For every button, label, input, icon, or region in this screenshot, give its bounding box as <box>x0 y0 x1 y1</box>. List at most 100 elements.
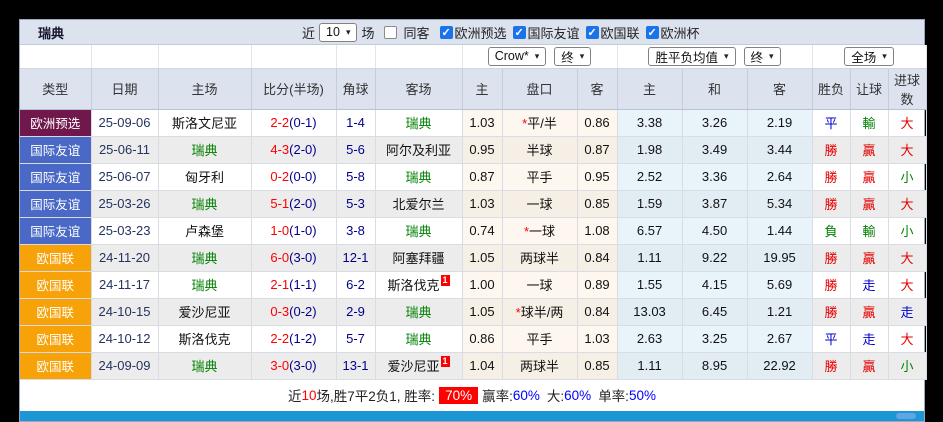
red-card-badge: 1 <box>440 275 450 286</box>
odds-away: 3.44 <box>747 136 813 164</box>
handicap-result: 贏 <box>850 163 889 191</box>
ah-line: 一球 <box>502 190 578 218</box>
corner-score: 5-8 <box>336 163 376 191</box>
filter-controls: 近 10 ▾ 场 同客 欧洲预选 国际友谊 欧国联 欧洲杯 <box>302 22 700 42</box>
odds-draw: 9.22 <box>682 244 748 272</box>
fulltime-score: 2-2 <box>270 331 290 346</box>
summary-single-value: 50% <box>628 387 656 403</box>
away-team: 瑞典 <box>375 109 463 137</box>
ah-away-odds: 0.86 <box>577 109 618 137</box>
match-date: 24-09-09 <box>91 352 159 380</box>
col-header-corner: 角球 <box>336 68 376 110</box>
col-header-score: 比分(半场) <box>251 68 337 110</box>
odds-away: 19.95 <box>747 244 813 272</box>
recent-count-select[interactable]: 10 ▾ <box>319 22 358 42</box>
match-row: 国际友谊 25-03-26 瑞典 5-1(2-0) 5-3 北爱尔兰 1.03 一球 0.85 1… <box>20 190 927 218</box>
ah-line: *平/半 <box>502 109 578 137</box>
odds-history-panel: 瑞典 近 10 ▾ 场 同客 欧洲预选国际友谊欧国联欧洲杯 <box>19 19 927 422</box>
summary-single-label: 单率: <box>598 389 629 404</box>
odds-mean-select[interactable]: 胜平负均值 ▾ <box>648 46 736 66</box>
ah-away-odds: 0.85 <box>577 190 618 218</box>
ah-away-odds: 0.95 <box>577 163 618 191</box>
corner-score: 5-7 <box>336 325 376 353</box>
match-row: 欧国联 24-11-17 瑞典 2-1(1-1) 6-2 斯洛伐克 1 1.00 一球 0.89 1… <box>20 271 927 299</box>
match-result: 勝 <box>812 163 851 191</box>
team-title: 瑞典 <box>38 25 65 41</box>
win-rate-badge: 70% <box>439 386 479 404</box>
ah-line: 两球半 <box>502 244 578 272</box>
corner-score: 5-6 <box>336 136 376 164</box>
match-date: 25-06-11 <box>91 136 159 164</box>
odds-draw: 3.36 <box>682 163 748 191</box>
summary-big-value: 60% <box>564 387 592 403</box>
matches-label: 场 <box>361 25 375 41</box>
handicap-result: 輸 <box>850 217 889 245</box>
odds-home: 1.11 <box>617 352 683 380</box>
horizontal-scrollbar[interactable] <box>20 410 924 421</box>
ah-line: 半球 <box>502 136 578 164</box>
goals-result: 小 <box>888 163 927 191</box>
filter-checkbox-1[interactable] <box>512 25 526 39</box>
handicap-result: 贏 <box>850 136 889 164</box>
odds-state-select[interactable]: 终 ▾ <box>743 46 781 66</box>
col-header-result: 胜负 <box>812 68 851 110</box>
match-score: 0-3(0-2) <box>251 298 337 326</box>
filter-label-0: 欧洲预选 <box>454 25 507 41</box>
odds-away: 2.67 <box>747 325 813 353</box>
ah-home-odds: 0.86 <box>462 325 503 353</box>
match-type-badge: 欧国联 <box>20 352 92 380</box>
odds-draw: 4.15 <box>682 271 748 299</box>
corner-score: 1-4 <box>336 109 376 137</box>
col-header-handicap-result: 让球 <box>850 68 889 110</box>
away-team: 瑞典 <box>375 217 463 245</box>
goals-result: 大 <box>888 244 927 272</box>
ah-home-odds: 0.95 <box>462 136 503 164</box>
ah-line: 两球半 <box>502 352 578 380</box>
filter-checkbox-2[interactable] <box>585 25 599 39</box>
scope-value: 全场 <box>851 50 877 65</box>
halftime-score: (0-0) <box>289 169 317 184</box>
ah-home-odds: 1.05 <box>462 298 503 326</box>
match-row: 国际友谊 25-06-07 匈牙利 0-2(0-0) 5-8 瑞典 0.87 平手 0.95 2.… <box>20 163 927 191</box>
filter-label-2: 欧国联 <box>600 25 640 41</box>
bookmaker-select[interactable]: Crow* ▾ <box>487 46 547 66</box>
odds-home: 1.11 <box>617 244 683 272</box>
ah-away-odds: 0.84 <box>577 244 618 272</box>
away-team: 斯洛伐克 1 <box>375 271 463 299</box>
summary-recent-count: 10 <box>301 387 317 403</box>
match-type-badge: 欧国联 <box>20 325 92 353</box>
fulltime-score: 0-3 <box>270 304 290 319</box>
match-date: 24-11-20 <box>91 244 159 272</box>
fulltime-score: 5-1 <box>270 196 290 211</box>
match-result: 勝 <box>812 271 851 299</box>
same-opponent-checkbox[interactable] <box>384 25 398 39</box>
filter-checkbox-3[interactable] <box>645 25 659 39</box>
odds-away: 1.44 <box>747 217 813 245</box>
odds-home: 6.57 <box>617 217 683 245</box>
col-header-away: 客场 <box>375 68 463 110</box>
scope-select[interactable]: 全场 ▾ <box>844 46 894 66</box>
odds-draw: 3.26 <box>682 109 748 137</box>
col-header-odds-draw: 和 <box>682 68 748 110</box>
goals-result: 大 <box>888 136 927 164</box>
odds-away: 2.19 <box>747 109 813 137</box>
home-team: 斯洛文尼亚 <box>158 109 252 137</box>
match-type-badge: 欧洲预选 <box>20 109 92 137</box>
home-team: 瑞典 <box>158 352 252 380</box>
odds-home: 2.52 <box>617 163 683 191</box>
odds-home: 1.98 <box>617 136 683 164</box>
away-team: 阿尔及利亚 <box>375 136 463 164</box>
handicap-result: 贏 <box>850 352 889 380</box>
odds-home: 1.55 <box>617 271 683 299</box>
fulltime-score: 2-2 <box>270 115 290 130</box>
ah-away-odds: 0.89 <box>577 271 618 299</box>
chevron-down-icon: ▾ <box>769 50 774 61</box>
col-header-ah-line: 盘口 <box>502 68 578 110</box>
handicap-state-select[interactable]: 终 ▾ <box>554 46 592 66</box>
star-icon: * <box>523 224 530 239</box>
recent-count-value: 10 <box>326 25 340 39</box>
match-row: 欧国联 24-10-12 斯洛伐克 2-2(1-2) 5-7 瑞典 0.86 平手 1.03 2.… <box>20 325 927 353</box>
halftime-score: (0-2) <box>289 304 317 319</box>
odds-selects-cell: 胜平负均值 ▾ 终 ▾ <box>617 45 813 69</box>
filter-checkbox-0[interactable] <box>439 25 453 39</box>
